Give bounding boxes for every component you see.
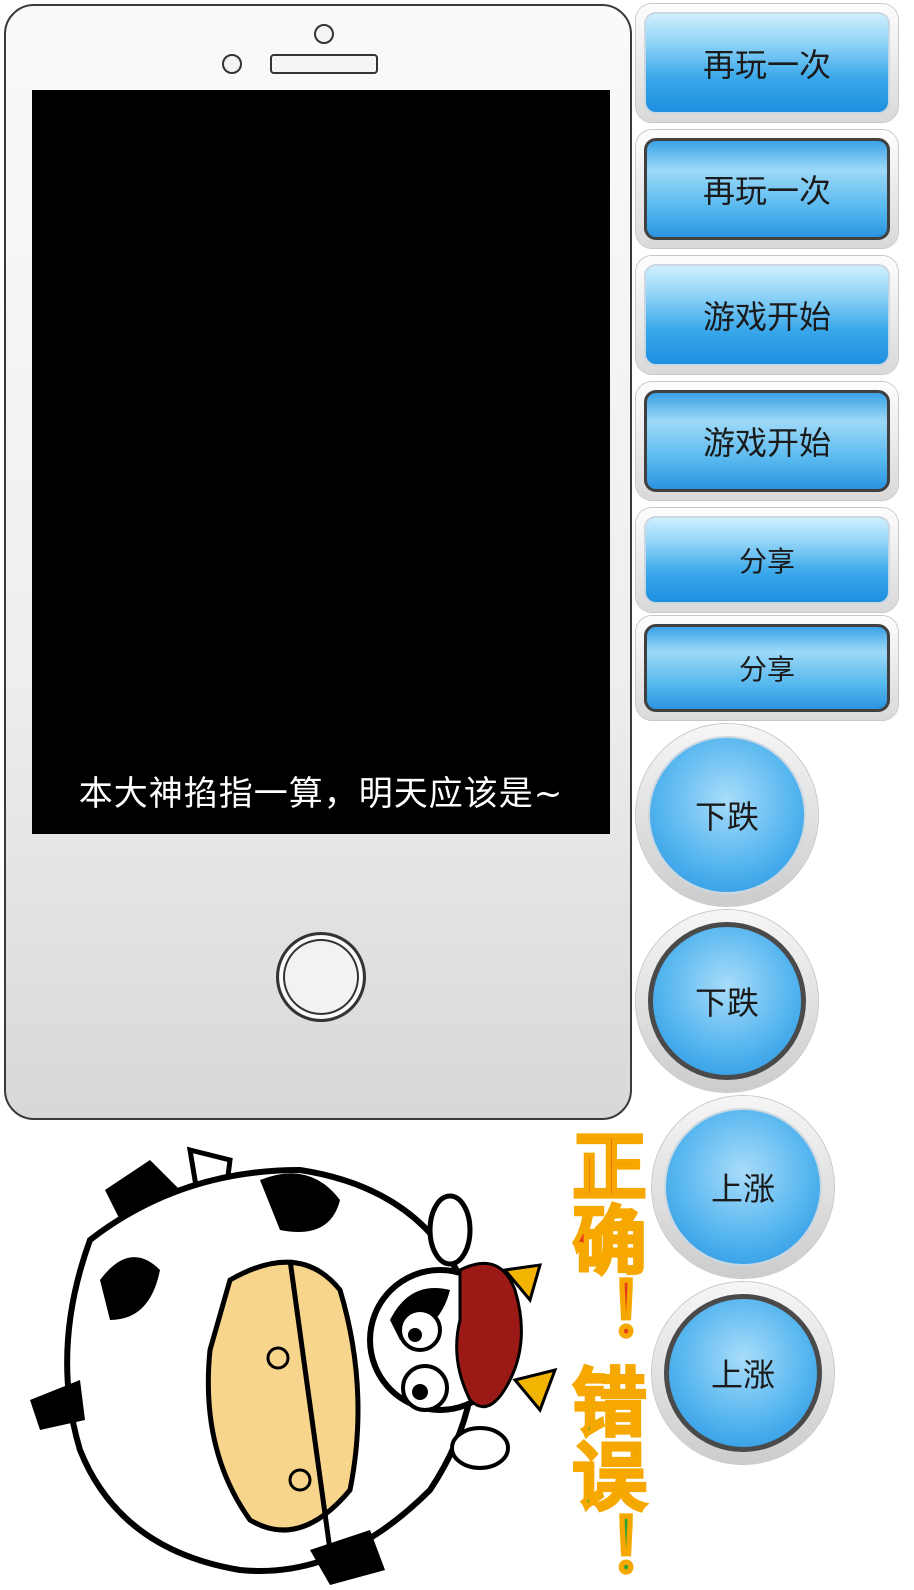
up-button-pressed-label: 上涨 (664, 1294, 822, 1452)
start-game-button-label: 游戏开始 (644, 264, 890, 366)
phone-screen: 本大神掐指一算，明天应该是~ (32, 90, 610, 834)
replay-button-label: 再玩一次 (644, 12, 890, 114)
result-sign: 正确！ 错误！ (559, 1127, 648, 1588)
start-game-button-pressed[interactable]: 游戏开始 (636, 382, 898, 500)
start-game-button-pressed-label: 游戏开始 (644, 390, 890, 492)
share-button-pressed[interactable]: 分享 (636, 616, 898, 720)
phone-frame: 本大神掐指一算，明天应该是~ (4, 4, 632, 1120)
correct-text: 正确！ (559, 1127, 648, 1352)
share-button-pressed-label: 分享 (644, 624, 890, 712)
speaker-grille (270, 54, 378, 74)
start-game-button[interactable]: 游戏开始 (636, 256, 898, 374)
replay-button-pressed-label: 再玩一次 (644, 138, 890, 240)
screen-message: 本大神掐指一算，明天应该是~ (78, 774, 564, 814)
down-button[interactable]: 下跌 (636, 724, 818, 906)
sensor-icon (222, 54, 242, 74)
down-button-pressed-label: 下跌 (648, 922, 806, 1080)
wrong-text: 错误！ (559, 1363, 648, 1588)
up-button-label: 上涨 (664, 1108, 822, 1266)
down-button-pressed[interactable]: 下跌 (636, 910, 818, 1092)
replay-button-pressed[interactable]: 再玩一次 (636, 130, 898, 248)
down-button-label: 下跌 (648, 736, 806, 894)
home-button[interactable] (276, 932, 366, 1022)
share-button[interactable]: 分享 (636, 508, 898, 612)
share-button-label: 分享 (644, 516, 890, 604)
replay-button[interactable]: 再玩一次 (636, 4, 898, 122)
camera-icon (314, 24, 334, 44)
up-button-pressed[interactable]: 上涨 (652, 1282, 834, 1464)
cow-mascot-image (30, 1146, 558, 1585)
up-button[interactable]: 上涨 (652, 1096, 834, 1278)
